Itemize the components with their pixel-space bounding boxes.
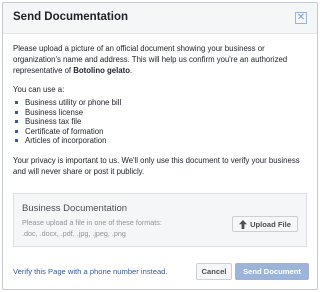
document-type-list: Business utility or phone bill Business … (13, 98, 309, 146)
upload-hint-formats: .doc, .docx, .pdf, .jpg, .jpeg, .png (22, 229, 126, 238)
list-item: Articles of incorporation (13, 136, 309, 146)
cancel-button[interactable]: Cancel (196, 263, 232, 280)
list-item: Business license (13, 108, 309, 118)
dialog-footer: Verify this Page with a phone number ins… (3, 253, 317, 289)
dialog-title: Send Documentation (13, 11, 129, 23)
business-name: Botolino gelato (73, 66, 130, 75)
list-item: Certificate of formation (13, 127, 309, 137)
privacy-text: Your privacy is important to us. We'll o… (13, 155, 300, 176)
upload-hint: Please upload a file in one of these for… (22, 217, 212, 239)
intro-sentence: Please upload a picture of an official d… (13, 44, 288, 75)
upload-file-button[interactable]: Upload File (232, 216, 298, 232)
upload-button-label: Upload File (250, 219, 291, 229)
close-icon: ✕ (296, 12, 306, 23)
intro-end: . (130, 66, 133, 75)
intro-text: Please upload a picture of an official d… (13, 43, 309, 76)
send-documentation-dialog: Send Documentation ✕ Please upload a pic… (2, 2, 318, 290)
close-button[interactable]: ✕ (295, 12, 307, 24)
upload-arrow-icon (239, 219, 248, 229)
upload-title: Business Documentation (22, 203, 128, 214)
list-item: Business tax file (13, 117, 309, 127)
use-label: You can use a: (13, 85, 65, 94)
upload-section: Business Documentation Please upload a f… (13, 193, 307, 247)
list-item: Business utility or phone bill (13, 98, 309, 108)
verify-phone-link[interactable]: Verify this Page with a phone number ins… (13, 267, 168, 276)
dialog-body: Please upload a picture of an official d… (13, 43, 309, 177)
upload-hint-line1: Please upload a file in one of these for… (22, 218, 162, 227)
send-document-button[interactable]: Send Document (235, 263, 309, 280)
dialog-header: Send Documentation ✕ (3, 3, 317, 34)
